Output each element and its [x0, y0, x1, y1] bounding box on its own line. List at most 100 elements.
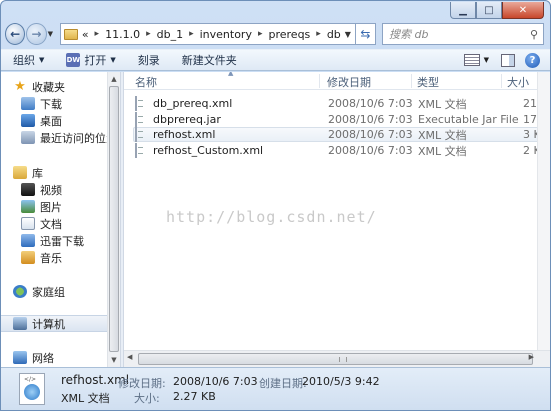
details-size-value: 2.27 KB [173, 390, 216, 403]
chevron-down-icon[interactable]: ▼ [484, 56, 489, 64]
forward-arrow-icon: → [31, 27, 42, 41]
nav-item-libraries[interactable]: 库 [13, 164, 43, 181]
nav-item-desktop[interactable]: 桌面 [21, 112, 62, 129]
nav-item-label: 图片 [40, 200, 62, 214]
toolbar-right: ▼ ? [463, 52, 540, 68]
nav-item-label: 视频 [40, 183, 62, 197]
xml-file-icon [135, 96, 137, 111]
history-dropdown-icon[interactable]: ▼ [48, 30, 57, 38]
nav-scrollbar[interactable]: ▲ ▼ [107, 72, 120, 367]
nav-item-documents[interactable]: 文档 [21, 215, 62, 232]
breadcrumb-separator-icon[interactable]: ▸ [258, 29, 263, 39]
nav-item-pictures[interactable]: 图片 [21, 198, 62, 215]
file-date: 2008/10/6 7:03 [328, 144, 413, 157]
maximize-button[interactable]: □ [476, 2, 502, 19]
column-header: ▲ 名称 修改日期 类型 大小 [124, 72, 550, 90]
new-folder-button[interactable]: 新建文件夹 [182, 52, 237, 68]
scroll-up-icon[interactable]: ▲ [108, 73, 120, 85]
view-options-icon[interactable] [463, 54, 480, 66]
nav-item-recent-places[interactable]: 最近访问的位置 [21, 129, 117, 146]
nav-item-videos[interactable]: 视频 [21, 181, 62, 198]
back-button[interactable]: ← [5, 23, 26, 45]
breadcrumb-separator-icon[interactable]: ▸ [95, 29, 100, 39]
caption-buttons: ▁ □ ✕ [450, 2, 544, 19]
nav-item-computer[interactable]: 计算机 [1, 315, 107, 332]
file-date: 2008/10/6 7:03 [328, 97, 413, 110]
homegroup-icon [13, 285, 27, 298]
address-dropdown-icon[interactable]: ▼ [341, 30, 355, 39]
file-type: Executable Jar File [418, 113, 519, 126]
breadcrumb-separator-icon[interactable]: ▸ [146, 29, 151, 39]
nav-item-label: 网络 [32, 351, 54, 365]
column-type[interactable]: 类型 [412, 74, 502, 89]
details-modified-label: 修改日期: [118, 377, 166, 390]
chevron-down-icon: ▼ [39, 56, 45, 64]
search-input[interactable]: 搜索 db ⚲ [382, 23, 544, 45]
column-date-modified[interactable]: 修改日期 [322, 74, 412, 89]
download-folder-icon [21, 97, 35, 110]
file-row[interactable]: refhost_Custom.xml 2008/10/6 7:03 XML 文档… [133, 143, 550, 158]
desktop-icon [21, 114, 35, 127]
file-list-scrollbar-track[interactable] [537, 72, 550, 350]
organize-button[interactable]: 组织 ▼ [13, 52, 44, 68]
nav-item-favorites[interactable]: ★ 收藏夹 [13, 78, 65, 95]
breadcrumb-inventory[interactable]: inventory [200, 28, 252, 41]
breadcrumb-db[interactable]: db [327, 28, 341, 41]
watermark-text: http://blog.csdn.net/ [166, 208, 377, 226]
burn-button[interactable]: 刻录 [138, 52, 160, 68]
open-label: 打开 [84, 54, 107, 67]
organize-label: 组织 [13, 54, 35, 67]
nav-item-label: 文档 [40, 217, 62, 231]
video-library-icon [21, 183, 35, 196]
nav-item-label: 桌面 [40, 114, 62, 128]
file-row[interactable]: dbprereq.jar 2008/10/6 7:03 Executable J… [133, 112, 550, 127]
file-type: XML 文档 [418, 144, 467, 158]
details-size-label: 大小: [134, 392, 160, 405]
file-row-hovered[interactable]: refhost.xml 2008/10/6 7:03 XML 文档 3 K [133, 127, 550, 142]
file-row[interactable]: db_prereq.xml 2008/10/6 7:03 XML 文档 21 K [133, 96, 550, 111]
nav-item-network[interactable]: 网络 [13, 349, 54, 366]
command-bar: 组织 ▼ DW 打开 ▼ 刻录 新建文件夹 ▼ ? [1, 49, 550, 71]
nav-item-homegroup[interactable]: 家庭组 [13, 283, 65, 300]
picture-library-icon [21, 200, 35, 213]
file-name: db_prereq.xml [153, 97, 233, 110]
file-name: dbprereq.jar [153, 113, 221, 126]
breadcrumb-prereqs[interactable]: prereqs [269, 28, 311, 41]
nav-item-downloads[interactable]: 下载 [21, 95, 62, 112]
forward-button[interactable]: → [26, 23, 47, 45]
search-icon: ⚲ [529, 27, 538, 41]
nav-item-music[interactable]: 音乐 [21, 249, 62, 266]
scroll-left-icon[interactable]: ◀ [127, 353, 132, 361]
scroll-down-icon[interactable]: ▼ [108, 354, 120, 366]
minimize-button[interactable]: ▁ [450, 2, 476, 19]
nav-item-label: 计算机 [32, 317, 65, 331]
breadcrumb-11.1.0[interactable]: 11.1.0 [105, 28, 140, 41]
breadcrumb-overflow[interactable]: « [82, 28, 89, 41]
breadcrumb-db_1[interactable]: db_1 [157, 28, 183, 41]
nav-item-thunder-downloads[interactable]: 迅雷下载 [21, 232, 84, 249]
details-pane: refhost.xml 修改日期: 2008/10/6 7:03 创建日期: 2… [1, 367, 550, 410]
horizontal-scrollbar[interactable]: ◀ ▶ [124, 350, 550, 367]
refresh-button[interactable]: ⇆ [355, 23, 377, 45]
scroll-thumb[interactable] [138, 353, 533, 365]
close-button[interactable]: ✕ [502, 2, 544, 19]
nav-item-label: 音乐 [40, 251, 62, 265]
chevron-down-icon: ▼ [110, 56, 116, 64]
file-name: refhost.xml [153, 128, 216, 141]
preview-pane-icon[interactable] [501, 53, 515, 67]
nav-item-label: 家庭组 [32, 285, 65, 299]
document-library-icon [21, 217, 35, 230]
folder-icon [63, 28, 78, 40]
music-library-icon [21, 251, 35, 264]
navigation-pane: ★ 收藏夹 下载 桌面 最近访问的位置 库 视频 图片 文档 迅雷下载 音乐 家… [1, 72, 117, 367]
scroll-thumb[interactable] [109, 86, 119, 352]
breadcrumb-separator-icon[interactable]: ▸ [316, 29, 321, 39]
scroll-right-icon[interactable]: ▶ [529, 353, 534, 361]
help-icon[interactable]: ? [525, 52, 540, 68]
file-date: 2008/10/6 7:03 [328, 113, 413, 126]
file-date: 2008/10/6 7:03 [328, 128, 413, 141]
column-name[interactable]: 名称 [130, 74, 320, 89]
address-bar[interactable]: « ▸ 11.1.0 ▸ db_1 ▸ inventory ▸ prereqs … [59, 23, 356, 45]
open-button[interactable]: DW 打开 ▼ [66, 52, 116, 68]
breadcrumb-separator-icon[interactable]: ▸ [189, 29, 194, 39]
